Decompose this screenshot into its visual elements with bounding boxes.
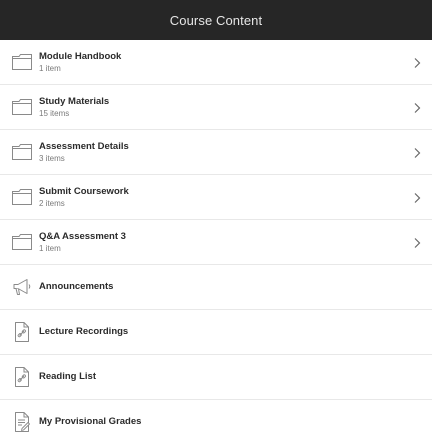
folder-icon	[11, 141, 33, 163]
list-item-study-materials[interactable]: Study Materials 15 items	[0, 85, 432, 130]
list-item-announcements[interactable]: Announcements	[0, 265, 432, 310]
item-count: 3 items	[39, 153, 65, 163]
item-title: Submit Coursework	[39, 185, 129, 197]
chevron-right-icon	[412, 236, 422, 248]
link-document-icon	[11, 321, 33, 343]
item-count: 1 item	[39, 243, 61, 253]
item-count: 2 items	[39, 198, 65, 208]
list-item-lecture-recordings[interactable]: Lecture Recordings	[0, 310, 432, 355]
item-title: Assessment Details	[39, 140, 129, 152]
item-count: 1 item	[39, 63, 61, 73]
item-title: Study Materials	[39, 95, 110, 107]
content-list: Module Handbook 1 item Study Materials 1…	[0, 40, 432, 433]
folder-icon	[11, 51, 33, 73]
item-title: Module Handbook	[39, 50, 122, 62]
list-item-qa-assessment-3[interactable]: Q&A Assessment 3 1 item	[0, 220, 432, 265]
list-item-reading-list[interactable]: Reading List	[0, 355, 432, 400]
list-item-assessment-details[interactable]: Assessment Details 3 items	[0, 130, 432, 175]
item-title: Lecture Recordings	[39, 326, 129, 337]
list-item-module-handbook[interactable]: Module Handbook 1 item	[0, 40, 432, 85]
course-content-screen: Course Content Module Handbook 1 item St…	[0, 0, 432, 433]
list-item-submit-coursework[interactable]: Submit Coursework 2 items	[0, 175, 432, 220]
header-bar: Course Content	[0, 0, 432, 40]
item-count: 15 items	[39, 108, 70, 118]
item-title: Announcements	[39, 281, 114, 292]
page-title: Course Content	[169, 12, 263, 28]
chevron-right-icon	[412, 191, 422, 203]
item-title: My Provisional Grades	[39, 416, 142, 427]
folder-icon	[11, 231, 33, 253]
item-title: Q&A Assessment 3	[39, 230, 126, 242]
list-item-my-provisional-grades[interactable]: My Provisional Grades	[0, 400, 432, 433]
folder-icon	[11, 186, 33, 208]
chevron-right-icon	[412, 56, 422, 68]
item-title: Reading List	[39, 371, 97, 382]
chevron-right-icon	[412, 101, 422, 113]
megaphone-icon	[11, 276, 33, 298]
folder-icon	[11, 96, 33, 118]
grades-document-icon	[11, 411, 33, 433]
link-document-icon	[11, 366, 33, 388]
chevron-right-icon	[412, 146, 422, 158]
